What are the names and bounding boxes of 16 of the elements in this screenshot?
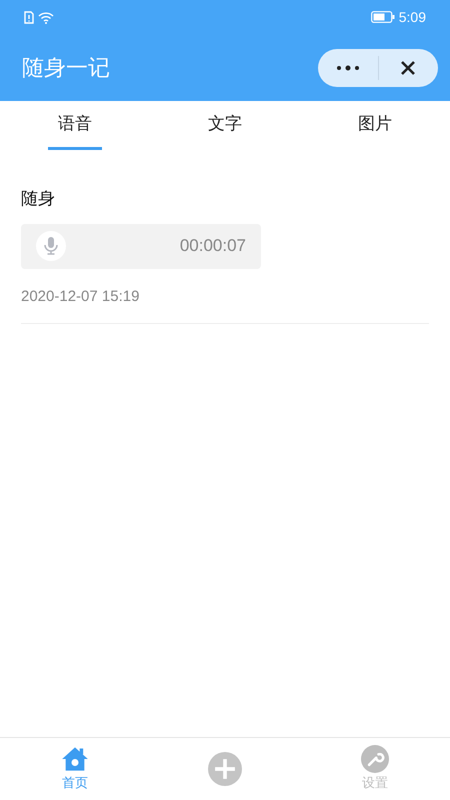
app-title: 随身一记 xyxy=(22,54,110,82)
home-icon xyxy=(61,745,89,774)
wifi-icon xyxy=(38,10,54,24)
tab[interactable]: 图片 xyxy=(348,101,402,150)
microphone-icon xyxy=(36,231,66,261)
add-icon xyxy=(208,752,242,786)
battery-icon xyxy=(370,11,395,23)
tab[interactable]: 语音 xyxy=(48,101,102,150)
more-icon xyxy=(336,64,360,70)
close-icon xyxy=(400,60,416,76)
record-date: 2020-12-07 15:19 xyxy=(21,286,140,306)
wrench-icon xyxy=(361,745,389,774)
status-time: 5:09 xyxy=(398,8,426,26)
tab[interactable]: 文字 xyxy=(198,101,252,150)
record-title: 随身 xyxy=(21,188,56,210)
sim-icon xyxy=(24,10,34,24)
